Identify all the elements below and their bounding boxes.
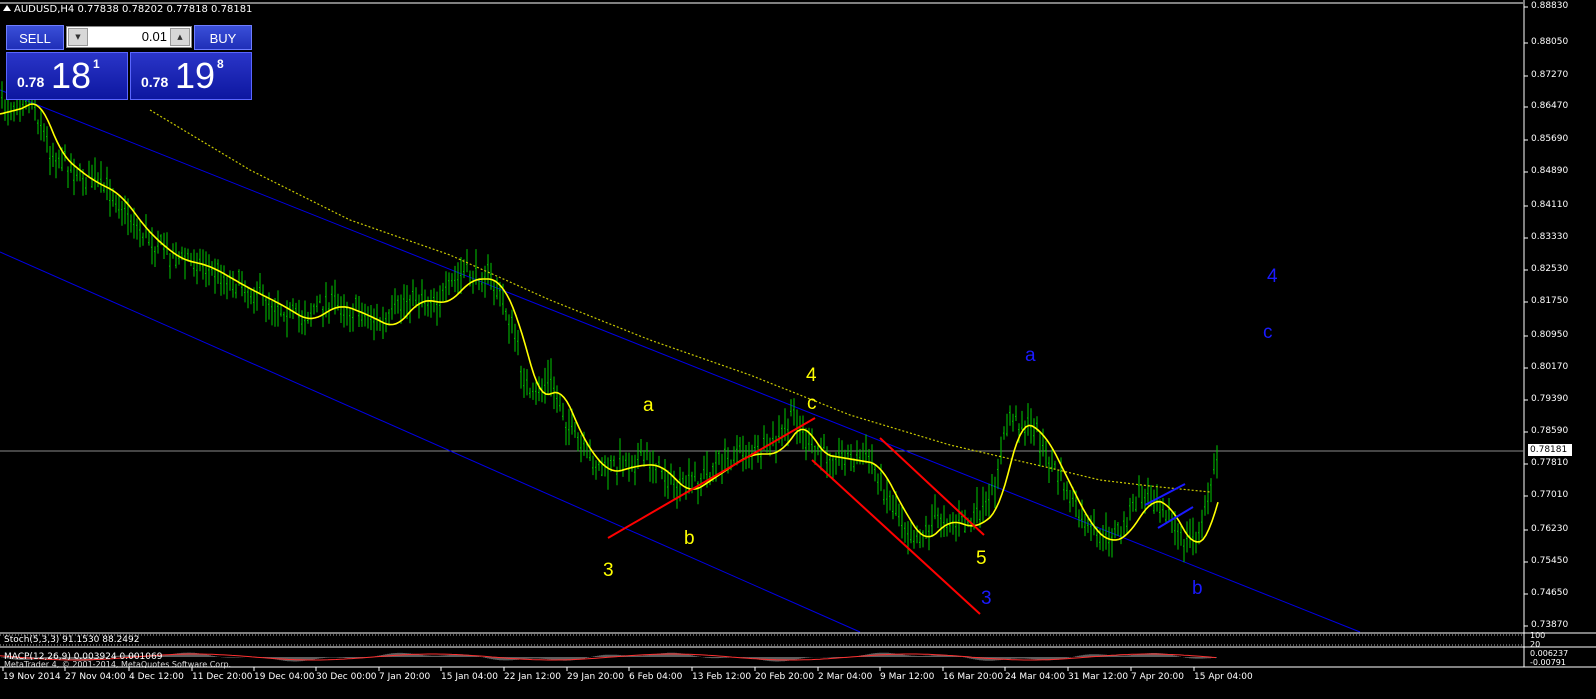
time-tick-label: 2 Mar 04:00: [818, 672, 873, 682]
copyright-text: MetaTrader 4, © 2001-2014, MetaQuotes So…: [4, 660, 232, 669]
buy-price-box[interactable]: 0.78 19 8: [130, 52, 252, 100]
wave-label: a: [1025, 345, 1036, 366]
channel-line[interactable]: [0, 89, 1361, 633]
price-tick-label: 0.88830: [1531, 1, 1569, 11]
time-tick-label: 4 Dec 12:00: [129, 672, 184, 682]
stoch-axis-bottom: 20: [1530, 640, 1541, 649]
price-tick-label: 0.78590: [1531, 426, 1569, 436]
price-tick-label: 0.73870: [1531, 620, 1569, 630]
time-tick-label: 24 Mar 04:00: [1005, 672, 1066, 682]
time-tick-label: 15 Jan 04:00: [441, 672, 498, 682]
time-tick-label: 7 Jan 20:00: [379, 672, 431, 682]
symbol-info: AUDUSD,H4 0.77838 0.78202 0.77818 0.7818…: [14, 4, 253, 15]
wave-label: 3: [603, 560, 614, 581]
price-tick-label: 0.84110: [1531, 200, 1569, 210]
time-tick-label: 11 Dec 20:00: [192, 672, 253, 682]
wave-label: 4: [1267, 266, 1278, 287]
ma-fast-line: [0, 103, 1219, 543]
one-click-trading-panel: SELL ▼ 0.01 ▲ BUY 0.78 18 1 0.78 19 8: [6, 25, 252, 100]
lot-size-input[interactable]: 0.01: [91, 27, 167, 47]
time-tick-label: 7 Apr 20:00: [1131, 672, 1184, 682]
price-tick-label: 0.87270: [1531, 70, 1569, 80]
wave-label: a: [643, 395, 654, 416]
candles: [1, 81, 1218, 563]
buy-price-main: 19: [175, 55, 216, 96]
time-tick-label: 29 Jan 20:00: [567, 672, 624, 682]
triangle-up-icon: [3, 5, 11, 11]
price-tick-label: 0.75450: [1531, 556, 1569, 566]
price-tick-label: 0.79390: [1531, 394, 1569, 404]
time-tick-label: 22 Jan 12:00: [504, 672, 561, 682]
time-tick-label: 16 Mar 20:00: [943, 672, 1004, 682]
wave-trend-line[interactable]: [607, 417, 816, 539]
time-tick-label: 13 Feb 12:00: [692, 672, 752, 682]
wave-label: 3: [981, 588, 992, 609]
price-tick-label: 0.80170: [1531, 362, 1569, 372]
price-tick-label: 0.77010: [1531, 490, 1569, 500]
regression-channel[interactable]: [0, 89, 1361, 633]
time-tick-label: 15 Apr 04:00: [1194, 672, 1253, 682]
chevron-down-icon[interactable]: ▼: [68, 28, 88, 46]
price-tick-label: 0.81750: [1531, 296, 1569, 306]
wave-label: c: [1263, 322, 1273, 343]
buy-price-pip: 8: [217, 57, 224, 71]
time-tick-label: 19 Dec 04:00: [254, 672, 315, 682]
lot-size-stepper: ▼ 0.01 ▲: [66, 26, 192, 48]
price-tick-label: 0.80950: [1531, 330, 1569, 340]
sell-button[interactable]: SELL: [6, 25, 64, 50]
stoch-label: Stoch(5,3,3) 91.1530 88.2492: [4, 635, 140, 645]
buy-button[interactable]: BUY: [194, 25, 252, 50]
price-tick-label: 0.74650: [1531, 588, 1569, 598]
price-tick-label: 0.76230: [1531, 524, 1569, 534]
wave-label: b: [1192, 578, 1203, 599]
time-tick-label: 6 Feb 04:00: [629, 672, 683, 682]
elliott-wave-lines[interactable]: [607, 417, 1194, 615]
price-tick-label: 0.85690: [1531, 134, 1569, 144]
price-tick-label: 0.82530: [1531, 264, 1569, 274]
sell-price-big: 0.78: [17, 74, 45, 90]
time-tick-label: 30 Dec 00:00: [316, 672, 377, 682]
wave-trend-line[interactable]: [811, 459, 981, 615]
channel-line[interactable]: [0, 251, 861, 633]
time-tick-label: 27 Nov 04:00: [65, 672, 126, 682]
time-tick-label: 9 Mar 12:00: [880, 672, 935, 682]
time-tick-label: 19 Nov 2014: [3, 672, 61, 682]
price-tick-label: 0.83330: [1531, 232, 1569, 242]
wave-label: c: [807, 393, 817, 414]
sell-price-pip: 1: [93, 57, 100, 71]
macd-axis-top: 0.006237: [1530, 649, 1569, 658]
price-tick-label: 0.84890: [1531, 166, 1569, 176]
sell-price-main: 18: [51, 55, 92, 96]
price-tick-label: 0.77810: [1531, 458, 1569, 468]
price-chart[interactable]: [0, 0, 1596, 699]
wave-label: b: [684, 528, 695, 549]
ma-slow-line: [149, 109, 1211, 493]
sell-price-box[interactable]: 0.78 18 1: [6, 52, 128, 100]
stoch-axis-top: 100: [1530, 631, 1546, 640]
wave-label: 5: [976, 548, 987, 569]
price-tick-label: 0.86470: [1531, 101, 1569, 111]
price-tick-label: 0.88050: [1531, 37, 1569, 47]
wave-label: 4: [806, 365, 817, 386]
chevron-up-icon[interactable]: ▲: [170, 28, 190, 46]
current-price-label: 0.78181: [1528, 444, 1572, 456]
time-tick-label: 31 Mar 12:00: [1068, 672, 1129, 682]
buy-price-big: 0.78: [141, 74, 169, 90]
macd-axis-bottom: -0.00791: [1530, 658, 1566, 667]
chart-header: AUDUSD,H4 0.77838 0.78202 0.77818 0.7818…: [3, 4, 252, 15]
time-tick-label: 20 Feb 20:00: [755, 672, 815, 682]
